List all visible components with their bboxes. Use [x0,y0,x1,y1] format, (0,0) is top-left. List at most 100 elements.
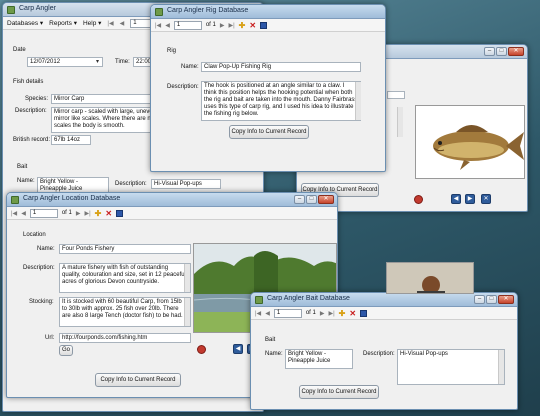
location-window-title: Carp Angler Location Database [23,195,121,202]
save-record-icon[interactable] [360,309,368,317]
maximize-button[interactable]: □ [306,195,317,204]
add-record-icon[interactable]: ✚ [95,209,102,218]
prev-record-icon[interactable]: ◀ [21,210,26,217]
first-record-icon[interactable]: |◀ [11,210,17,217]
image-back-icon[interactable]: ◀ [451,194,461,204]
delete-image-icon[interactable] [414,195,423,204]
last-record-icon[interactable]: ▶| [84,210,90,217]
location-delete-image-icon[interactable] [197,345,206,354]
bait-description-label: Description: [115,181,147,187]
location-image-back-icon[interactable]: ◀ [233,344,243,354]
bait-description-field[interactable]: Hi-Visual Pop-ups [151,179,221,189]
rig-window: Carp Angler Rig Database |◀ ◀ 1 of 1 ▶ ▶… [150,4,386,172]
fish-field-stub[interactable] [387,91,405,99]
rig-description-label: Description: [167,84,199,90]
menu-reports[interactable]: Reports ▾ [49,19,77,27]
maximize-button[interactable]: □ [486,295,497,304]
location-title-bar[interactable]: Carp Angler Location Database – □ ✕ [7,193,337,207]
rig-app-icon [155,8,163,16]
location-record-count: of 1 [61,210,72,216]
app-icon [7,6,15,14]
rig-name-label: Name: [181,64,199,70]
rig-name-input[interactable]: Claw Pop-Up Fishing Rig [201,62,361,72]
close-button[interactable]: ✕ [508,47,524,56]
save-record-icon[interactable] [260,21,268,29]
bait-section-heading: Bait [265,337,276,343]
location-record-position[interactable]: 1 [29,208,58,218]
prev-record-icon[interactable]: ◀ [165,22,170,29]
close-button[interactable]: ✕ [498,295,514,304]
close-button[interactable]: ✕ [318,195,334,204]
location-description-label: Description: [23,265,55,271]
go-button[interactable]: Go [59,345,73,356]
minimize-button[interactable]: – [294,195,305,204]
bait-record-position[interactable]: 1 [273,308,302,318]
url-label: Url: [45,335,55,341]
location-copy-button[interactable]: Copy Info to Current Record [95,373,181,387]
next-record-icon[interactable]: ▶ [320,310,325,317]
carp-photo [415,105,525,179]
first-record-icon[interactable]: |◀ [255,310,261,317]
bait-name-label: Name: [17,178,35,184]
bait-title-bar[interactable]: Carp Angler Bait Database – □ ✕ [251,293,517,307]
date-dropdown-icon[interactable]: ▾ [96,58,99,65]
rig-navigator: |◀ ◀ 1 of 1 ▶ ▶| ✚ ✕ [151,19,385,32]
minimize-button[interactable]: – [474,295,485,304]
location-name-input[interactable]: Four Ponds Fishery [59,244,191,254]
rig-title-bar[interactable]: Carp Angler Rig Database [151,5,385,19]
prev-record-icon[interactable]: ◀ [265,310,270,317]
minimize-button[interactable]: – [484,47,495,56]
rig-description-textarea[interactable]: The hook is positioned at an angle simil… [201,81,361,121]
delete-record-icon[interactable]: ✕ [349,309,356,318]
rig-section-heading: Rig [167,48,177,54]
bait-navigator: |◀ ◀ 1 of 1 ▶ ▶| ✚ ✕ [251,307,517,320]
menu-help[interactable]: Help ▾ [83,19,101,27]
stocking-scrollbar[interactable] [184,298,190,326]
fish-textarea-scrollbar[interactable] [397,107,403,137]
species-label: Species: [25,96,49,102]
bait-description-scrollbar[interactable] [498,350,504,384]
url-input[interactable]: http://fourponds.com/fishing.htm [59,333,191,343]
last-record-icon[interactable]: ▶| [328,310,334,317]
date-label: Date [13,47,26,53]
angler-image [387,263,473,293]
stocking-textarea[interactable]: It is stocked with 60 beautiful Carp, fr… [59,297,191,327]
fish-window-controls: – □ ✕ [484,47,524,56]
bait-window-description-textarea[interactable]: Hi-Visual Pop-ups [397,349,505,385]
first-record-icon[interactable]: |◀ [155,22,161,29]
next-record-icon[interactable]: ▶ [76,210,81,217]
delete-record-icon[interactable]: ✕ [249,21,256,30]
prev-record-icon[interactable]: ◀ [120,20,125,27]
rig-record-position[interactable]: 1 [173,20,202,30]
last-record-icon[interactable]: ▶| [228,22,234,29]
menu-databases[interactable]: Databases ▾ [7,19,43,27]
bait-app-icon [255,296,263,304]
bait-window: Carp Angler Bait Database – □ ✕ |◀ ◀ 1 o… [250,292,518,410]
date-picker[interactable]: 12/07/2012 [27,57,103,67]
british-record-input[interactable]: 67lb 14oz [51,135,91,145]
bait-window-name-input[interactable]: Bright Yellow - Pineapple Juice [285,349,353,369]
bait-window-controls: – □ ✕ [474,295,514,304]
bait-heading: Bait [17,164,28,170]
rig-copy-button[interactable]: Copy Info to Current Record [229,125,309,139]
rig-description-scrollbar[interactable] [355,82,361,120]
fish-description-textarea[interactable]: Mirror carp - scaled with large, uneven … [51,107,161,133]
delete-record-icon[interactable]: ✕ [105,209,112,218]
species-input[interactable]: Mirror Carp [51,94,161,104]
location-description-scrollbar[interactable] [184,264,190,292]
next-record-icon[interactable]: ▶ [220,22,225,29]
add-record-icon[interactable]: ✚ [239,21,246,30]
image-remove-icon[interactable]: ✕ [481,194,491,204]
first-record-icon[interactable]: |◀ [107,20,113,27]
location-description-textarea[interactable]: A mature fishery with fish of outstandin… [59,263,191,293]
image-forward-icon[interactable]: ▶ [465,194,475,204]
maximize-button[interactable]: □ [496,47,507,56]
save-record-icon[interactable] [116,209,124,217]
stocking-label: Stocking: [29,299,54,305]
bait-copy-button[interactable]: Copy Info to Current Record [299,385,379,399]
location-name-label: Name: [37,246,55,252]
rig-record-count: of 1 [205,22,216,28]
add-record-icon[interactable]: ✚ [339,309,346,318]
rig-window-title: Carp Angler Rig Database [167,7,249,14]
carp-fish-image [433,125,524,170]
